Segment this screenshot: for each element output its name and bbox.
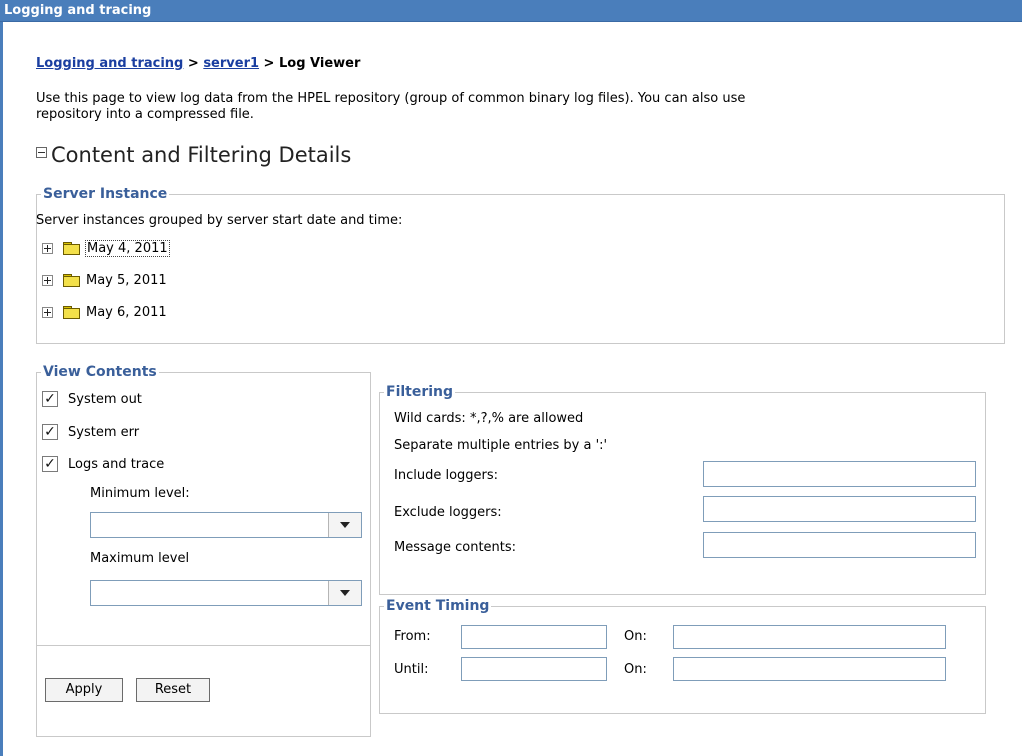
page-description: Use this page to view log data from the …	[36, 91, 1022, 123]
view-contents-legend: View Contents	[43, 364, 157, 380]
breadcrumb-separator: >	[259, 56, 279, 71]
minimum-level-select[interactable]	[90, 512, 362, 538]
chevron-down-icon[interactable]	[328, 513, 361, 537]
system-out-label: System out	[68, 392, 142, 407]
description-line: repository into a compressed file.	[36, 107, 254, 122]
chevron-down-icon[interactable]	[328, 581, 361, 605]
event-timing-legend: Event Timing	[386, 598, 490, 614]
include-loggers-label: Include loggers:	[394, 468, 499, 483]
tree-item-label[interactable]: May 6, 2011	[86, 305, 167, 320]
tree-item-may-4[interactable]: May 4, 2011	[42, 239, 170, 257]
server-instance-legend: Server Instance	[43, 186, 168, 202]
until-label: Until:	[394, 662, 429, 677]
expand-icon[interactable]	[42, 274, 53, 286]
event-timing-group: Event Timing	[379, 598, 986, 714]
wildcards-hint: Wild cards: *,?,% are allowed	[394, 411, 584, 426]
maximum-level-select[interactable]	[90, 580, 362, 606]
breadcrumb-current: Log Viewer	[278, 56, 361, 71]
from-label: From:	[394, 629, 431, 644]
breadcrumb-server1-link[interactable]: server1	[203, 56, 259, 71]
folder-icon	[63, 306, 80, 319]
message-contents-field[interactable]	[703, 532, 976, 558]
folder-icon	[63, 242, 80, 255]
folder-icon	[63, 274, 80, 287]
breadcrumb-logging-link[interactable]: Logging and tracing	[36, 56, 183, 71]
window-title: Logging and tracing	[0, 0, 1022, 22]
tree-item-may-6[interactable]: May 6, 2011	[42, 303, 167, 321]
exclude-loggers-label: Exclude loggers:	[394, 505, 502, 520]
include-loggers-field[interactable]	[703, 461, 976, 487]
description-line: Use this page to view log data from the …	[36, 91, 746, 106]
collapse-icon[interactable]	[36, 146, 47, 158]
from-on-label: On:	[624, 629, 647, 644]
filtering-legend: Filtering	[386, 384, 454, 400]
until-on-label: On:	[624, 662, 647, 677]
breadcrumb-separator: >	[183, 56, 204, 71]
expand-icon[interactable]	[42, 242, 53, 254]
content-filtering-header[interactable]: Content and Filtering Details	[36, 143, 351, 167]
until-date-field[interactable]	[673, 657, 946, 681]
maximum-level-label: Maximum level	[90, 551, 190, 566]
system-out-checkbox[interactable]: ✓	[42, 391, 58, 407]
left-border	[0, 22, 3, 756]
system-err-label: System err	[68, 425, 140, 440]
tree-item-may-5[interactable]: May 5, 2011	[42, 271, 167, 289]
server-instance-group: Server Instance	[36, 186, 1005, 344]
minimum-level-label: Minimum level:	[90, 486, 190, 501]
from-date-field[interactable]	[673, 625, 946, 649]
logs-trace-checkbox[interactable]: ✓	[42, 456, 58, 472]
expand-icon[interactable]	[42, 306, 53, 318]
breadcrumb: Logging and tracing > server1 > Log View…	[36, 56, 360, 71]
apply-button[interactable]: Apply	[45, 678, 123, 702]
server-instance-caption: Server instances grouped by server start…	[36, 213, 403, 228]
section-title: Content and Filtering Details	[51, 143, 352, 167]
tree-item-label[interactable]: May 4, 2011	[85, 239, 170, 257]
logs-trace-label: Logs and trace	[68, 457, 165, 472]
tree-item-label[interactable]: May 5, 2011	[86, 273, 167, 288]
system-err-checkbox[interactable]: ✓	[42, 424, 58, 440]
exclude-loggers-field[interactable]	[703, 496, 976, 522]
separator-hint: Separate multiple entries by a ':'	[394, 438, 608, 453]
reset-button[interactable]: Reset	[136, 678, 210, 702]
until-time-field[interactable]	[461, 657, 607, 681]
from-time-field[interactable]	[461, 625, 607, 649]
message-contents-label: Message contents:	[394, 540, 517, 555]
